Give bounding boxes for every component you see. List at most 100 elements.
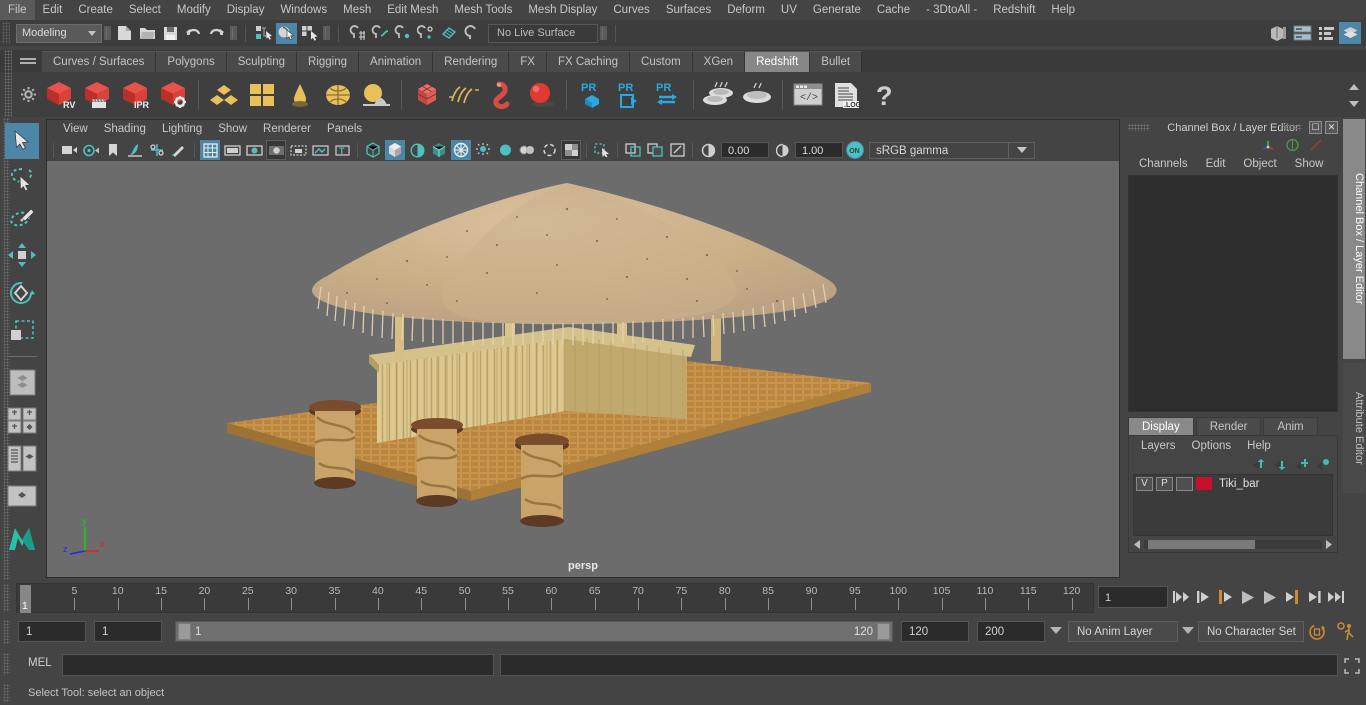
command-input[interactable] (62, 654, 494, 676)
layer-type-toggle[interactable] (1176, 476, 1193, 491)
layer-row[interactable]: V P Tiki_bar (1134, 475, 1332, 492)
scale-gizmo-icon[interactable] (1309, 138, 1324, 152)
shelf-tab-fx-caching[interactable]: FX Caching (546, 51, 631, 72)
viewcube-icon[interactable] (667, 140, 687, 160)
menu-item-edit-mesh[interactable]: Edit Mesh (379, 0, 446, 20)
rotate-gizmo-icon[interactable] (1285, 138, 1300, 152)
shelf-tab-xgen[interactable]: XGen (692, 51, 746, 72)
layer-list[interactable]: V P Tiki_bar (1133, 474, 1333, 536)
menu-item-cache[interactable]: Cache (869, 0, 918, 20)
gear-icon[interactable] (20, 86, 37, 103)
step-back-keyframe-icon[interactable] (1194, 586, 1213, 608)
anim-start-field[interactable]: 1 (18, 621, 86, 642)
menu-item-surfaces[interactable]: Surfaces (658, 0, 719, 20)
channel-menu-channels[interactable]: Channels (1130, 158, 1197, 170)
command-line-grip[interactable] (3, 653, 10, 675)
xray-icon[interactable] (310, 140, 330, 160)
viewport-menu-panels[interactable]: Panels (319, 120, 370, 139)
step-back-frame-icon[interactable] (1216, 586, 1235, 608)
panel-grip-left[interactable] (1128, 124, 1150, 131)
wireframe-icon[interactable] (363, 140, 383, 160)
viewport-menu-renderer[interactable]: Renderer (255, 120, 319, 139)
film-origin-icon[interactable] (288, 140, 308, 160)
paint-select-tool[interactable] (5, 199, 39, 235)
menu-item-deform[interactable]: Deform (719, 0, 773, 20)
layer-playback-toggle[interactable]: P (1156, 476, 1173, 491)
panel-grip-right[interactable] (1280, 124, 1302, 131)
color-space-field[interactable]: sRGB gamma (869, 141, 1009, 159)
channel-menu-edit[interactable]: Edit (1197, 158, 1235, 170)
auto-keyframe-icon[interactable] (1308, 623, 1326, 641)
pr-transfer-icon[interactable]: PR (649, 75, 687, 115)
scroll-down-icon[interactable] (1349, 100, 1359, 107)
two-d-pan-zoom-icon[interactable] (147, 140, 167, 160)
shelf-tab-custom[interactable]: Custom (630, 51, 693, 72)
new-layer-from-selected-icon[interactable] (1315, 458, 1329, 470)
tool-settings-icon[interactable] (1315, 22, 1337, 44)
lighting-icon[interactable] (451, 140, 471, 160)
motion-blur-icon[interactable] (517, 140, 537, 160)
show-hide-editor-icon[interactable] (1267, 22, 1289, 44)
select-hierarchy-icon[interactable] (253, 23, 274, 44)
menu-item-display[interactable]: Display (219, 0, 273, 20)
image-plane-icon[interactable] (125, 140, 145, 160)
pr-object-icon[interactable]: PR (573, 75, 611, 115)
menu-item-mesh-display[interactable]: Mesh Display (520, 0, 605, 20)
menu-item-generate[interactable]: Generate (805, 0, 869, 20)
toolbar-separator-4[interactable] (600, 24, 607, 42)
menu-item-windows[interactable]: Windows (272, 0, 335, 20)
shelf-scroll-arrows[interactable] (1345, 78, 1363, 112)
channel-menu-object[interactable]: Object (1234, 158, 1285, 170)
screen-space-ao-icon[interactable] (495, 140, 515, 160)
go-to-end-icon[interactable] (1326, 586, 1345, 608)
menu-item-curves[interactable]: Curves (605, 0, 657, 20)
toolbar-separator[interactable] (104, 24, 111, 42)
character-set-dropdown-icon[interactable] (1182, 627, 1194, 634)
smooth-shade-icon[interactable] (385, 140, 405, 160)
open-scene-icon[interactable] (137, 23, 158, 44)
live-surface-field[interactable]: No Live Surface (488, 23, 598, 43)
select-component-icon[interactable] (299, 23, 320, 44)
vertical-tab-attribute-editor[interactable]: Attribute Editor (1343, 363, 1365, 493)
scroll-right-icon[interactable] (1324, 540, 1333, 549)
gamma-field[interactable]: 1.00 (795, 142, 843, 158)
exposure-icon[interactable] (698, 140, 718, 160)
color-management-toggle[interactable]: ON (846, 141, 864, 159)
rs-script-editor-icon[interactable]: </> (789, 75, 827, 115)
snap-curve-icon[interactable] (369, 23, 390, 44)
rs-volume-icon[interactable] (408, 75, 446, 115)
rs-bokeh-icon[interactable] (281, 75, 319, 115)
display-layer-icon[interactable] (645, 140, 665, 160)
camera-attributes-icon[interactable] (81, 140, 101, 160)
shelf-grip-2[interactable] (4, 72, 12, 117)
scroll-up-icon[interactable] (1349, 83, 1359, 90)
rs-dome-light-icon[interactable] (319, 75, 357, 115)
menu-item-create[interactable]: Create (70, 0, 121, 20)
new-layer-icon[interactable] (1294, 458, 1308, 470)
new-scene-icon[interactable] (114, 23, 135, 44)
select-tool[interactable] (5, 123, 39, 159)
grease-pencil-icon[interactable] (169, 140, 189, 160)
quick-layout-single[interactable] (5, 364, 39, 400)
xray-joints-icon[interactable]: T (332, 140, 352, 160)
snap-view-plane-icon[interactable] (438, 23, 459, 44)
scroll-left-icon[interactable] (1133, 540, 1142, 549)
shelf-menu-icon[interactable] (20, 56, 36, 66)
layer-tab-display[interactable]: Display (1128, 417, 1194, 435)
shelf-tab-polygons[interactable]: Polygons (156, 51, 227, 72)
menu-item-select[interactable]: Select (121, 0, 169, 20)
viewport-3d-canvas[interactable]: y x z persp (47, 161, 1119, 577)
menu-item-uv[interactable]: UV (773, 0, 805, 20)
menu-item-mesh-tools[interactable]: Mesh Tools (446, 0, 520, 20)
menu-item-modify[interactable]: Modify (169, 0, 219, 20)
layer-list-scrollbar[interactable] (1133, 539, 1333, 550)
axis-gizmo-icon[interactable] (1261, 138, 1276, 152)
quick-layout-four[interactable] (5, 402, 39, 438)
toolbar-separator-3[interactable] (323, 24, 330, 42)
move-tool[interactable] (5, 237, 39, 273)
lasso-select-tool[interactable] (5, 161, 39, 197)
layer-name[interactable]: Tiki_bar (1219, 478, 1259, 490)
quick-layout-persp-outliner[interactable] (5, 440, 39, 476)
animation-preferences-icon[interactable] (1336, 622, 1356, 641)
shelf-tab-fx[interactable]: FX (509, 51, 547, 72)
